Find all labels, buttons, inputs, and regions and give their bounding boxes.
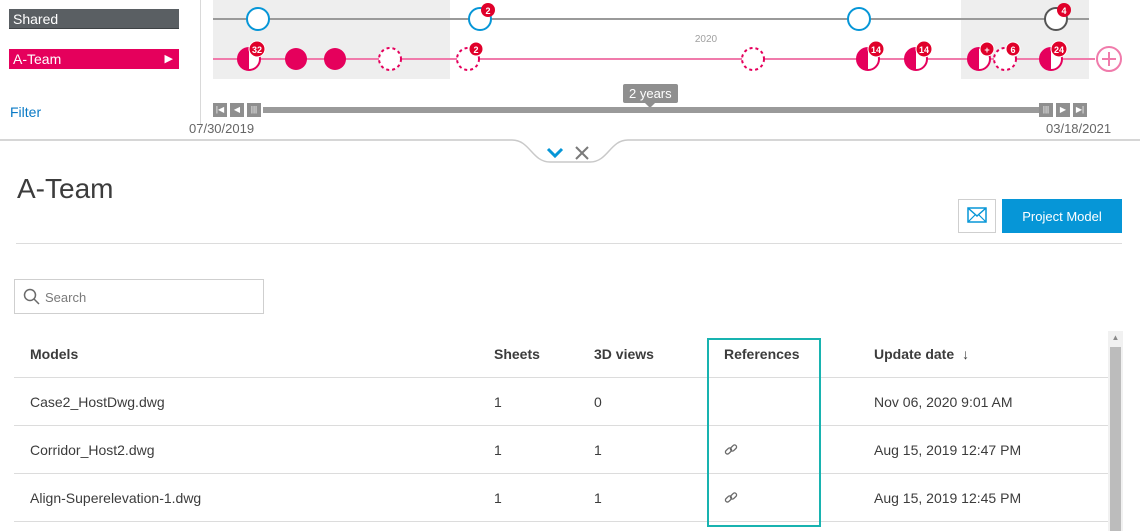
link-icon[interactable] [724,491,738,505]
play-triangle-icon: ▶ [164,53,173,65]
table-scrollbar[interactable]: ▲ [1108,331,1123,531]
range-handle-left[interactable]: ||| [247,103,261,117]
search-icon [23,288,40,305]
count-badge-label: 4 [1061,6,1066,16]
column-header-3d-views[interactable]: 3D views [594,330,654,378]
email-button[interactable] [958,199,996,233]
column-header-update-date-label: Update date [874,346,955,362]
model-name[interactable]: Case2_HostDwg.dwg [30,378,165,426]
timeline-scrubber[interactable]: |◀ ◀ ||| ||| ▶ ▶| [213,103,1089,117]
link-icon[interactable] [724,443,738,457]
count-badge-label: 24 [1054,45,1064,55]
lane-label-a-team[interactable]: A-Team ▶ [9,49,179,69]
view-count: 1 [594,490,602,506]
column-header-sheets[interactable]: Sheets [494,330,540,378]
count-badge-label: 6 [1010,45,1015,55]
search-input[interactable] [45,286,255,308]
timeline-panel: 2020 2 4 32 2 14 14 + 6 24 Shared A-Team… [0,0,1140,140]
shared-version-marker[interactable] [246,7,270,31]
count-badge-label: 32 [252,45,262,55]
models-table: Models Sheets 3D views References Update… [14,330,1110,522]
table-row[interactable]: Align-Superelevation-1.dwg 1 1 Aug 15, 2… [14,474,1110,522]
view-count: 1 [594,442,602,458]
view-count: 0 [594,394,602,410]
page-title: A-Team [17,173,114,204]
update-date: Aug 15, 2019 12:45 PM [874,490,1022,506]
sort-descending-icon: ↓ [962,346,970,362]
collapse-controls [544,143,594,163]
skip-end-icon[interactable]: ▶| [1073,103,1087,117]
count-badge-label: 2 [485,6,490,16]
table-row[interactable]: Case2_HostDwg.dwg 1 0 Nov 06, 2020 9:01 … [14,378,1110,426]
lane-label-text: Shared [13,11,59,27]
timeline-divider [200,0,201,124]
chevron-down-icon[interactable] [544,143,566,163]
range-handle-right[interactable]: ||| [1039,103,1053,117]
table-header-row: Models Sheets 3D views References Update… [14,330,1110,378]
add-version-button[interactable] [1096,46,1122,72]
team-version-marker[interactable] [285,48,307,70]
project-model-button[interactable]: Project Model [1002,199,1122,233]
count-badge-label: 14 [871,45,881,55]
column-header-references[interactable]: References [724,330,800,378]
team-pending-marker[interactable] [378,47,402,71]
update-date: Aug 15, 2019 12:47 PM [874,442,1022,458]
scroll-up-icon[interactable]: ▲ [1108,331,1123,345]
sheet-count: 1 [494,490,502,506]
header-divider [16,243,1122,244]
scrollbar-thumb[interactable] [1110,347,1121,531]
model-name[interactable]: Align-Superelevation-1.dwg [30,474,201,522]
team-pending-marker[interactable] [741,47,765,71]
shared-version-marker[interactable] [847,7,871,31]
filter-link[interactable]: Filter [10,104,41,120]
team-version-marker[interactable] [324,48,346,70]
lane-label-shared[interactable]: Shared [9,9,179,29]
envelope-icon [967,206,987,223]
search-box[interactable] [14,279,264,314]
column-header-update-date[interactable]: Update date ↓ [874,330,969,378]
lane-label-text: A-Team [13,51,62,67]
step-back-icon[interactable]: ◀ [230,103,244,117]
step-forward-icon[interactable]: ▶ [1056,103,1070,117]
year-marker: 2020 [695,34,718,45]
count-badge-label: 14 [919,45,929,55]
sheet-count: 1 [494,442,502,458]
update-date: Nov 06, 2020 9:01 AM [874,394,1013,410]
model-name[interactable]: Corridor_Host2.dwg [30,426,155,474]
skip-start-icon[interactable]: |◀ [213,103,227,117]
table-row[interactable]: Corridor_Host2.dwg 1 1 Aug 15, 2019 12:4… [14,426,1110,474]
sheet-count: 1 [494,394,502,410]
count-badge-label: 2 [473,45,478,55]
count-badge-label: + [984,45,989,55]
column-header-models[interactable]: Models [30,330,78,378]
range-bubble: 2 years [623,84,678,108]
close-icon[interactable] [572,143,592,163]
scrub-track[interactable] [263,107,1039,113]
